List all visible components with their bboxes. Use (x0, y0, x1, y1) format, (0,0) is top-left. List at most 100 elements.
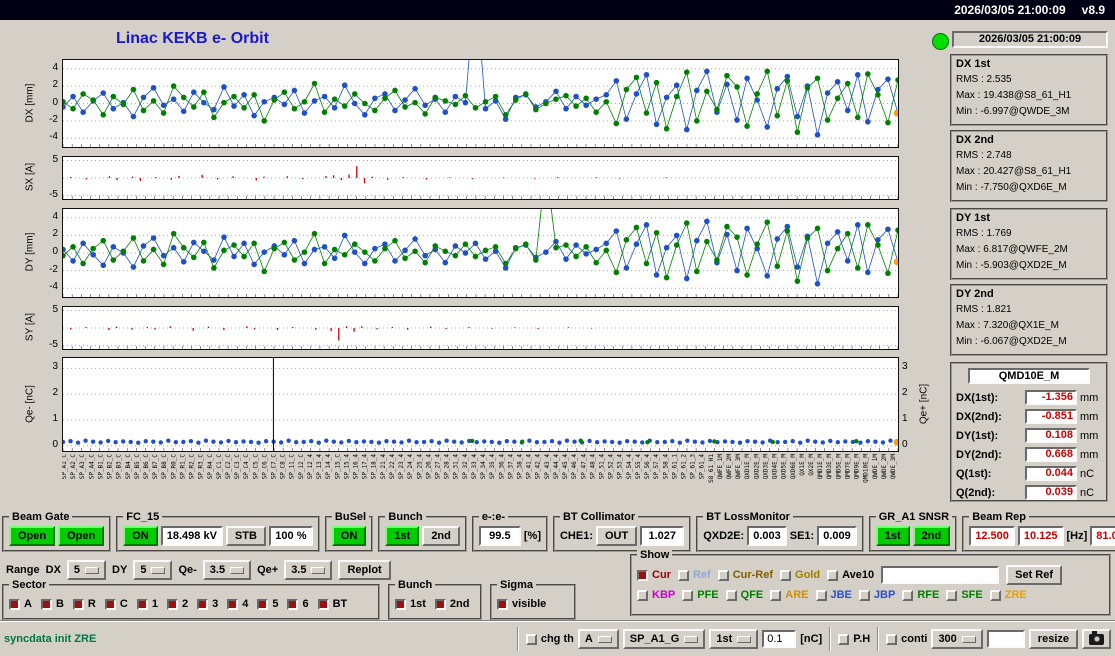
control-row-status: Beam GateOpenOpenFC_15ON18.498 kVSTB100 … (2, 516, 1115, 552)
plot-canvas-sy (62, 306, 899, 350)
sector-checkbox-bt[interactable]: BT (318, 598, 348, 610)
bunch-checkbox-1st[interactable]: 1st (395, 598, 426, 610)
beam-rep-display-81-000: 81.000 (1090, 526, 1115, 546)
show-checkbox-jbe[interactable]: JBE (816, 589, 852, 601)
group-fc-15: FC_15ON18.498 kVSTB100 % (116, 516, 320, 552)
fc-15-button-stb[interactable]: STB (226, 526, 266, 546)
busel-button-on[interactable]: ON (332, 526, 367, 546)
checkbox-indicator (257, 599, 268, 610)
range-option-5[interactable]: 5 (133, 560, 172, 580)
sector-checkbox-3[interactable]: 3 (197, 598, 218, 610)
show-checkbox-rfe[interactable]: RFE (902, 589, 939, 601)
checkbox-indicator (770, 590, 781, 601)
plot-panel-sy: SY [A]5-5 (0, 306, 946, 348)
show-checkbox-sfe[interactable]: SFE (946, 589, 982, 601)
y-tick-label: -4 (34, 131, 58, 142)
checkbox-label: 1 (152, 598, 158, 610)
group-sector: SectorABRC123456BT (2, 584, 380, 620)
sector-checkbox-2[interactable]: 2 (167, 598, 188, 610)
svg-text:QXD4E_M: QXD4E_M (772, 454, 779, 480)
svg-text:SP_A3_C: SP_A3_C (79, 454, 86, 480)
show-checkbox-gold[interactable]: Gold (780, 569, 820, 581)
bunch-button-1st[interactable]: 1st (385, 526, 419, 546)
y-tick-label: 5 (34, 304, 58, 315)
statusbar-checkbox-conti[interactable]: conti (886, 633, 927, 645)
sector-checkbox-c[interactable]: C (105, 598, 128, 610)
gr-a1-snsr-button-2nd[interactable]: 2nd (913, 526, 951, 546)
statusbar-option-1st[interactable]: 1st (709, 629, 758, 649)
checkbox-label: Gold (795, 569, 820, 581)
stat-box-dy-2nd: DY 2ndRMS : 1.821Max : 7.320@QX1E_MMin :… (950, 284, 1108, 356)
group-body-busel: ON (332, 526, 367, 546)
camera-button[interactable] (1082, 629, 1111, 649)
show-checkbox-jbp[interactable]: JBP (859, 589, 895, 601)
sigma-checkbox-visible[interactable]: visible (497, 598, 546, 610)
show-checkbox-qfe[interactable]: QFE (726, 589, 764, 601)
sector-checkbox-r[interactable]: R (73, 598, 96, 610)
show-button-set-ref[interactable]: Set Ref (1006, 565, 1062, 585)
svg-text:SP_C2_C: SP_C2_C (225, 454, 232, 480)
beam-gate-button-open[interactable]: Open (58, 526, 104, 546)
group-busel: BuSelON (325, 516, 374, 552)
gr-a1-snsr-button-1st[interactable]: 1st (876, 526, 910, 546)
show-checkbox-kbp[interactable]: KBP (637, 589, 675, 601)
checkbox-indicator (678, 570, 689, 581)
sector-checkbox-6[interactable]: 6 (287, 598, 308, 610)
show-checkbox-ave10[interactable]: Ave10 (827, 569, 874, 581)
range-label-dy: DY (112, 564, 127, 576)
statusbar-checkbox-p-h[interactable]: P.H (838, 633, 870, 645)
svg-text:SP_R2_C: SP_R2_C (189, 454, 196, 480)
svg-text:SP_36_4: SP_36_4 (498, 454, 505, 480)
svg-text:SP_B7_C: SP_B7_C (152, 454, 159, 480)
count-entry[interactable] (987, 630, 1025, 648)
fc-15-button-on[interactable]: ON (123, 526, 158, 546)
statusbar-option-value-sp-a1-g: SP_A1_G (630, 633, 680, 645)
svg-text:SP_C8_C: SP_C8_C (280, 454, 287, 480)
group-show: ShowCurRefCur-RefGoldAve10Set RefKBPPFEQ… (630, 554, 1111, 616)
show-checkbox-ref[interactable]: Ref (678, 569, 711, 581)
y-axis-label-sx: SX [A] (25, 163, 36, 191)
show-checkbox-pfe[interactable]: PFE (682, 589, 718, 601)
stat-title: DY 2nd (956, 288, 1102, 300)
status-bar-controls: chg thASP_A1_G1st0.1[nC]P.Hconti300resiz… (514, 627, 1111, 651)
bt-collimator-button-out[interactable]: OUT (596, 526, 637, 546)
checkbox-indicator (682, 590, 693, 601)
monitor-row-q-2nd: Q(2nd):0.039nC (956, 483, 1102, 502)
svg-text:SP_26_4: SP_26_4 (425, 454, 432, 480)
svg-text:QMD1E_M: QMD1E_M (817, 454, 824, 480)
group-title-beam-rep: Beam Rep (969, 511, 1029, 523)
range-option-5[interactable]: 5 (67, 560, 106, 580)
svg-text:QXD5E_M: QXD5E_M (781, 454, 788, 480)
option-menu-indicator (151, 567, 165, 574)
show-checkbox-cur[interactable]: Cur (637, 569, 671, 581)
option-menu-indicator (311, 567, 325, 574)
bunch-button-2nd[interactable]: 2nd (422, 526, 460, 546)
statusbar-option-sp-a1-g[interactable]: SP_A1_G (623, 629, 706, 649)
sector-checkbox-4[interactable]: 4 (227, 598, 248, 610)
show-checkbox-are[interactable]: ARE (770, 589, 808, 601)
statusbar-option-300[interactable]: 300 (931, 629, 982, 649)
bunch-checkbox-2nd[interactable]: 2nd (435, 598, 470, 610)
range-button-replot[interactable]: Replot (338, 560, 390, 580)
range-option-3-5[interactable]: 3.5 (284, 560, 332, 580)
sector-checkbox-b[interactable]: B (41, 598, 64, 610)
stat-line: Max : 19.438@S8_61_H1 (956, 88, 1102, 104)
statusbar-button-resize[interactable]: resize (1029, 629, 1078, 649)
ref-name-entry[interactable] (881, 566, 999, 584)
sector-checkbox-5[interactable]: 5 (257, 598, 278, 610)
beam-gate-button-open[interactable]: Open (9, 526, 55, 546)
option-menu-indicator (962, 636, 976, 643)
range-option-3-5[interactable]: 3.5 (203, 560, 251, 580)
monitor-panel: QMD10E_M DX(1st):-1.356mmDX(2nd):-0.851m… (950, 362, 1108, 502)
show-checkbox-zre[interactable]: ZRE (990, 589, 1027, 601)
svg-text:QWDE_1M: QWDE_1M (872, 454, 879, 480)
sector-checkbox-1[interactable]: 1 (137, 598, 158, 610)
statusbar-option-a[interactable]: A (578, 629, 619, 649)
show-checkbox-cur-ref[interactable]: Cur-Ref (718, 569, 773, 581)
monitor-unit: mm (1080, 411, 1102, 423)
svg-text:SP_43_4: SP_43_4 (544, 454, 551, 480)
sector-checkbox-a[interactable]: A (9, 598, 32, 610)
statusbar-checkbox-chg-th[interactable]: chg th (526, 633, 574, 645)
group-title-e-e: e-:e- (479, 511, 508, 523)
threshold-entry[interactable]: 0.1 (762, 630, 796, 648)
